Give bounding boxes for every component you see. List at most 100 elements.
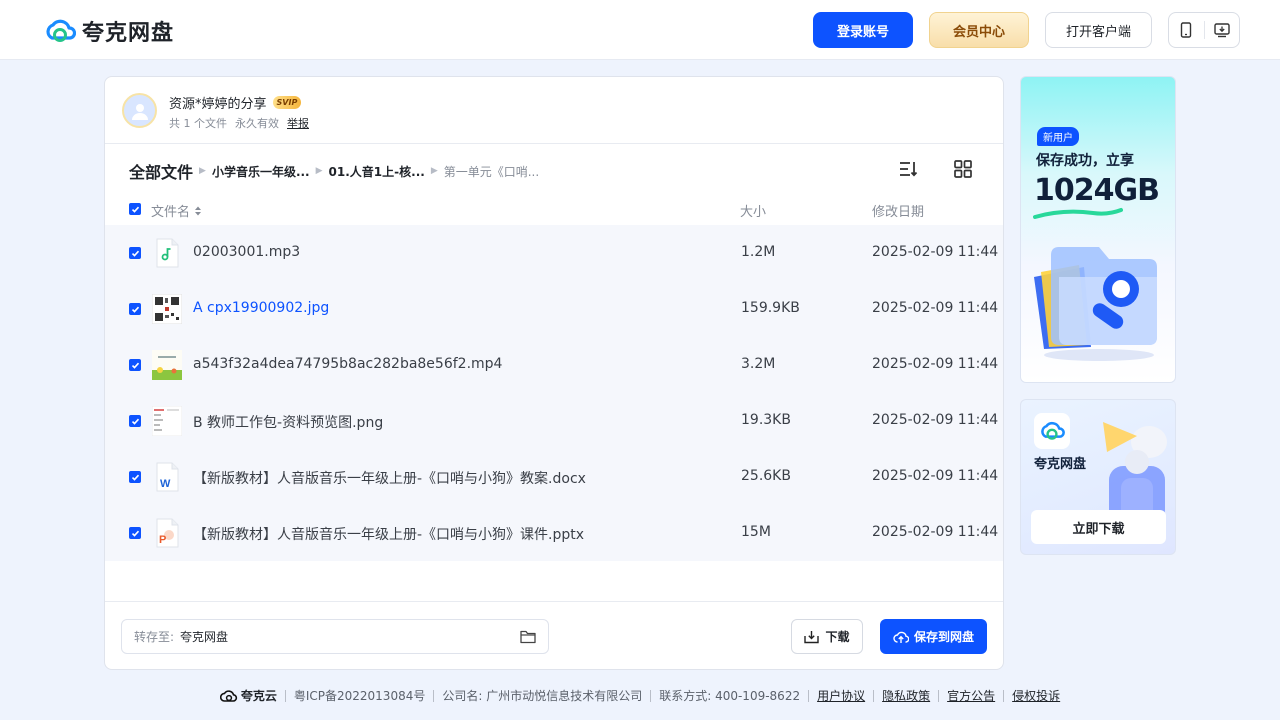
open-client-button[interactable]: 打开客户端 — [1045, 12, 1152, 48]
sort-button[interactable] — [898, 159, 918, 179]
login-button[interactable]: 登录账号 — [813, 12, 913, 48]
desktop-app-button[interactable] — [1204, 13, 1239, 47]
check-icon — [131, 250, 139, 257]
share-title: 资源*婷婷的分享 SVIP — [169, 93, 302, 112]
download-button[interactable]: 下载 — [791, 619, 863, 654]
qr-image-thumbnail — [152, 294, 182, 324]
file-size: 1.2M — [741, 244, 776, 260]
breadcrumb-item[interactable]: 小学音乐一年级... — [212, 163, 310, 180]
column-date: 修改日期 — [872, 205, 925, 220]
file-date: 2025-02-09 11:44 — [872, 244, 999, 260]
image-thumbnail — [152, 406, 182, 436]
ppt-file-icon: P — [156, 518, 179, 548]
privacy-policy-link[interactable]: 隐私政策 — [873, 690, 938, 702]
file-size: 159.9KB — [741, 300, 800, 316]
app-name: 夸克网盘 — [1034, 457, 1087, 472]
column-name-label: 文件名 — [151, 205, 191, 220]
download-now-button[interactable]: 立即下载 — [1031, 510, 1166, 544]
check-icon — [131, 362, 139, 369]
breadcrumb-current: 第一单元《口哨... — [443, 164, 540, 179]
save-destination-field[interactable]: 转存至: 夸克网盘 — [121, 619, 549, 654]
folder-icon[interactable] — [520, 629, 536, 644]
cloud-logo-icon — [1041, 421, 1065, 440]
file-row[interactable]: a543f32a4dea74795b8ac282ba8e56f2.mp4 3.2… — [105, 337, 1003, 393]
row-checkbox[interactable] — [129, 359, 141, 371]
cloud-logo-icon — [46, 19, 76, 42]
file-date: 2025-02-09 11:44 — [872, 300, 999, 316]
file-row[interactable]: W 【新版教材】人音版音乐一年级上册-《口哨与小狗》教案.docx 25.6KB… — [105, 449, 1003, 505]
app-logo — [1034, 413, 1070, 449]
file-row[interactable]: B 教师工作包-资料预览图.png 19.3KB 2025-02-09 11:4… — [105, 393, 1003, 449]
check-icon — [131, 306, 139, 313]
check-icon — [131, 474, 139, 481]
app-download-banner[interactable]: 夸克网盘 立即下载 — [1020, 399, 1176, 555]
app-illustration — [1103, 422, 1167, 524]
sort-icon — [900, 162, 918, 177]
sort-toggle-icon — [195, 206, 202, 215]
table-header: 文件名 大小 修改日期 — [105, 197, 1003, 225]
promo-line2: 1024GB — [1034, 173, 1160, 208]
row-checkbox[interactable] — [129, 247, 141, 259]
site-footer: 夸克云 粤ICP备2022013084号 公司名: 广州市动悦信息技术有限公司 … — [0, 684, 1280, 708]
promo-line1: 保存成功，立享 — [1036, 153, 1134, 169]
file-name[interactable]: 【新版教材】人音版音乐一年级上册-《口哨与小狗》课件.pptx — [193, 524, 584, 544]
new-user-tag: 新用户 — [1037, 127, 1079, 146]
announcement-link[interactable]: 官方公告 — [938, 690, 1003, 702]
file-name[interactable]: B 教师工作包-资料预览图.png — [193, 412, 383, 432]
row-checkbox[interactable] — [129, 415, 141, 427]
file-row[interactable]: P 【新版教材】人音版音乐一年级上册-《口哨与小狗》课件.pptx 15M 20… — [105, 505, 1003, 561]
check-icon — [131, 418, 139, 425]
column-name[interactable]: 文件名 — [151, 201, 203, 220]
user-agreement-link[interactable]: 用户协议 — [808, 690, 873, 702]
file-name[interactable]: 02003001.mp3 — [193, 244, 300, 260]
report-link[interactable]: 举报 — [287, 115, 309, 131]
save-destination-value: 夸克网盘 — [180, 630, 229, 644]
share-title-text: 资源*婷婷的分享 — [169, 97, 267, 112]
grid-icon — [954, 160, 972, 178]
svg-text:W: W — [160, 478, 171, 490]
file-name[interactable]: 【新版教材】人音版音乐一年级上册-《口哨与小狗》教案.docx — [193, 468, 586, 488]
promo-banner[interactable]: 新用户 保存成功，立享 1024GB — [1020, 76, 1176, 383]
file-name[interactable]: a543f32a4dea74795b8ac282ba8e56f2.mp4 — [193, 356, 502, 372]
grid-view-button[interactable] — [953, 159, 973, 179]
file-row[interactable]: A cpx19900902.jpg 159.9KB 2025-02-09 11:… — [105, 281, 1003, 337]
breadcrumb-item[interactable]: 01.人音1上-核... — [329, 163, 425, 180]
desktop-download-icon — [1214, 22, 1230, 37]
video-thumbnail — [152, 350, 182, 380]
vip-center-button[interactable]: 会员中心 — [929, 12, 1029, 48]
download-label: 下载 — [825, 630, 850, 644]
svg-text:P: P — [159, 534, 166, 546]
file-name[interactable]: A cpx19900902.jpg — [193, 300, 329, 316]
infringement-link[interactable]: 侵权投诉 — [1003, 690, 1068, 702]
icp-number[interactable]: 粤ICP备2022013084号 — [284, 690, 434, 702]
quark-logo[interactable]: 夸克网盘 — [44, 15, 174, 47]
share-panel: 资源*婷婷的分享 SVIP 共 1 个文件 永久有效 举报 全部文件 ▶ 小学音… — [104, 76, 1004, 670]
row-checkbox[interactable] — [129, 527, 141, 539]
file-list: 02003001.mp3 1.2M 2025-02-09 11:44 A cpx… — [105, 225, 1003, 561]
phone-icon — [1181, 22, 1192, 38]
file-size: 15M — [741, 524, 771, 540]
breadcrumb-root[interactable]: 全部文件 — [129, 159, 193, 183]
file-date: 2025-02-09 11:44 — [872, 356, 999, 372]
avatar — [122, 93, 157, 128]
chevron-right-icon: ▶ — [199, 166, 206, 176]
mobile-app-button[interactable] — [1169, 13, 1204, 47]
promo-underline-decoration — [1033, 208, 1123, 219]
chevron-right-icon: ▶ — [430, 166, 438, 176]
select-all-checkbox[interactable] — [129, 203, 141, 215]
row-checkbox[interactable] — [129, 471, 141, 483]
user-avatar-icon — [131, 103, 148, 120]
share-header: 资源*婷婷的分享 SVIP 共 1 个文件 永久有效 举报 — [105, 77, 1003, 144]
svip-badge: SVIP — [272, 96, 302, 109]
save-destination-label: 转存至: — [134, 630, 175, 644]
column-size: 大小 — [740, 205, 767, 220]
file-row[interactable]: 02003001.mp3 1.2M 2025-02-09 11:44 — [105, 225, 1003, 281]
save-to-drive-button[interactable]: 保存到网盘 — [880, 619, 987, 654]
device-switch-group — [1168, 12, 1240, 48]
row-checkbox[interactable] — [129, 303, 141, 315]
top-bar: 夸克网盘 登录账号 会员中心 打开客户端 — [0, 0, 1280, 60]
file-size: 25.6KB — [741, 468, 791, 484]
footer-brand-name: 夸克云 — [240, 689, 277, 703]
share-meta: 共 1 个文件 永久有效 举报 — [169, 115, 309, 131]
quark-cloud-icon — [219, 690, 237, 702]
